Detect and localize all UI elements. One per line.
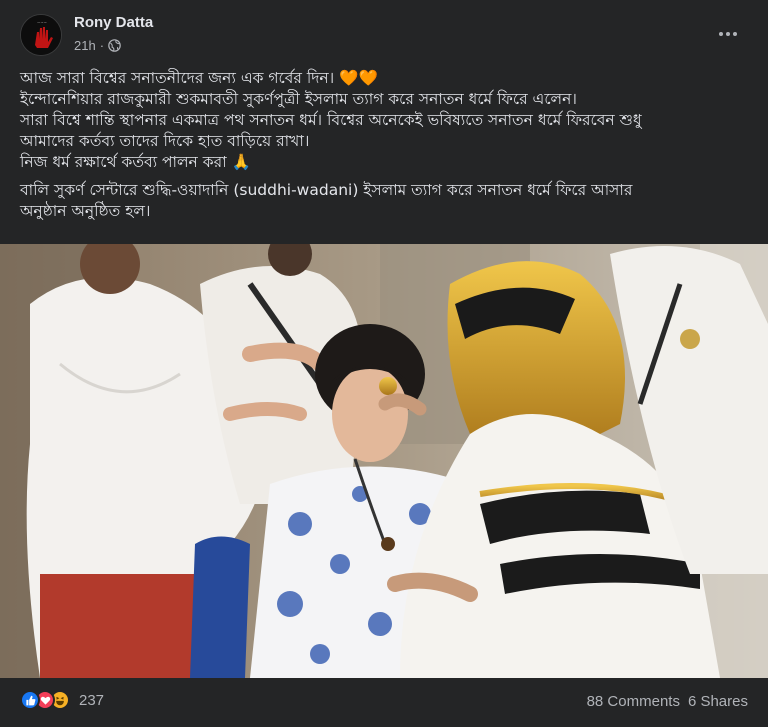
shares-count-link[interactable]: 6 Shares bbox=[688, 693, 748, 710]
ceremony-photo bbox=[0, 244, 768, 678]
post-text-line: বালি সুকর্ণ সেন্টারে শুদ্ধি-ওয়াদানি (su… bbox=[20, 181, 633, 199]
more-options-button[interactable] bbox=[714, 22, 742, 46]
globe-icon[interactable] bbox=[108, 39, 121, 52]
post-meta: 21h · bbox=[74, 38, 121, 53]
more-options-icon bbox=[719, 32, 723, 36]
post-photo[interactable] bbox=[0, 244, 768, 678]
like-reaction-icon bbox=[20, 690, 40, 710]
post-time[interactable]: 21h bbox=[74, 38, 96, 53]
more-dot bbox=[726, 32, 730, 36]
svg-text:~~~: ~~~ bbox=[37, 20, 47, 25]
post-text-line: আমাদের কর্তব্য তাদের দিকে হাত বাড়িয়ে র… bbox=[20, 132, 310, 150]
reactions-summary[interactable]: 237 bbox=[20, 690, 104, 710]
post-text-line: অনুষ্ঠান অনুষ্ঠিত হল। bbox=[20, 202, 151, 220]
more-dot bbox=[733, 32, 737, 36]
post-text-line: ইন্দোনেশিয়ার রাজকুমারী শুকমাবতী সুকর্ণপ… bbox=[20, 90, 577, 108]
comments-count-link[interactable]: 88 Comments bbox=[587, 693, 680, 710]
meta-separator: · bbox=[99, 38, 105, 53]
reaction-count[interactable]: 237 bbox=[79, 692, 104, 709]
post-body-text: আজ সারা বিশ্বের সনাতনীদের জন্য এক গর্বের… bbox=[20, 68, 755, 222]
author-name[interactable]: Rony Datta bbox=[74, 14, 153, 31]
post-text-line: নিজ ধর্ম রক্ষার্থে কর্তব্য পালন করা 🙏 bbox=[20, 153, 251, 171]
post-text-line: আজ সারা বিশ্বের সনাতনীদের জন্য এক গর্বের… bbox=[20, 69, 378, 87]
red-hand-logo-icon: ~~~ bbox=[21, 15, 61, 55]
avatar[interactable]: ~~~ bbox=[20, 14, 62, 56]
post-text-line: সারা বিশ্বে শান্তি স্থাপনার একমাত্র পথ স… bbox=[20, 111, 642, 129]
post-header: ~~~ Rony Datta 21h · bbox=[0, 0, 768, 66]
post-stats: 88 Comments 6 Shares bbox=[587, 693, 748, 710]
